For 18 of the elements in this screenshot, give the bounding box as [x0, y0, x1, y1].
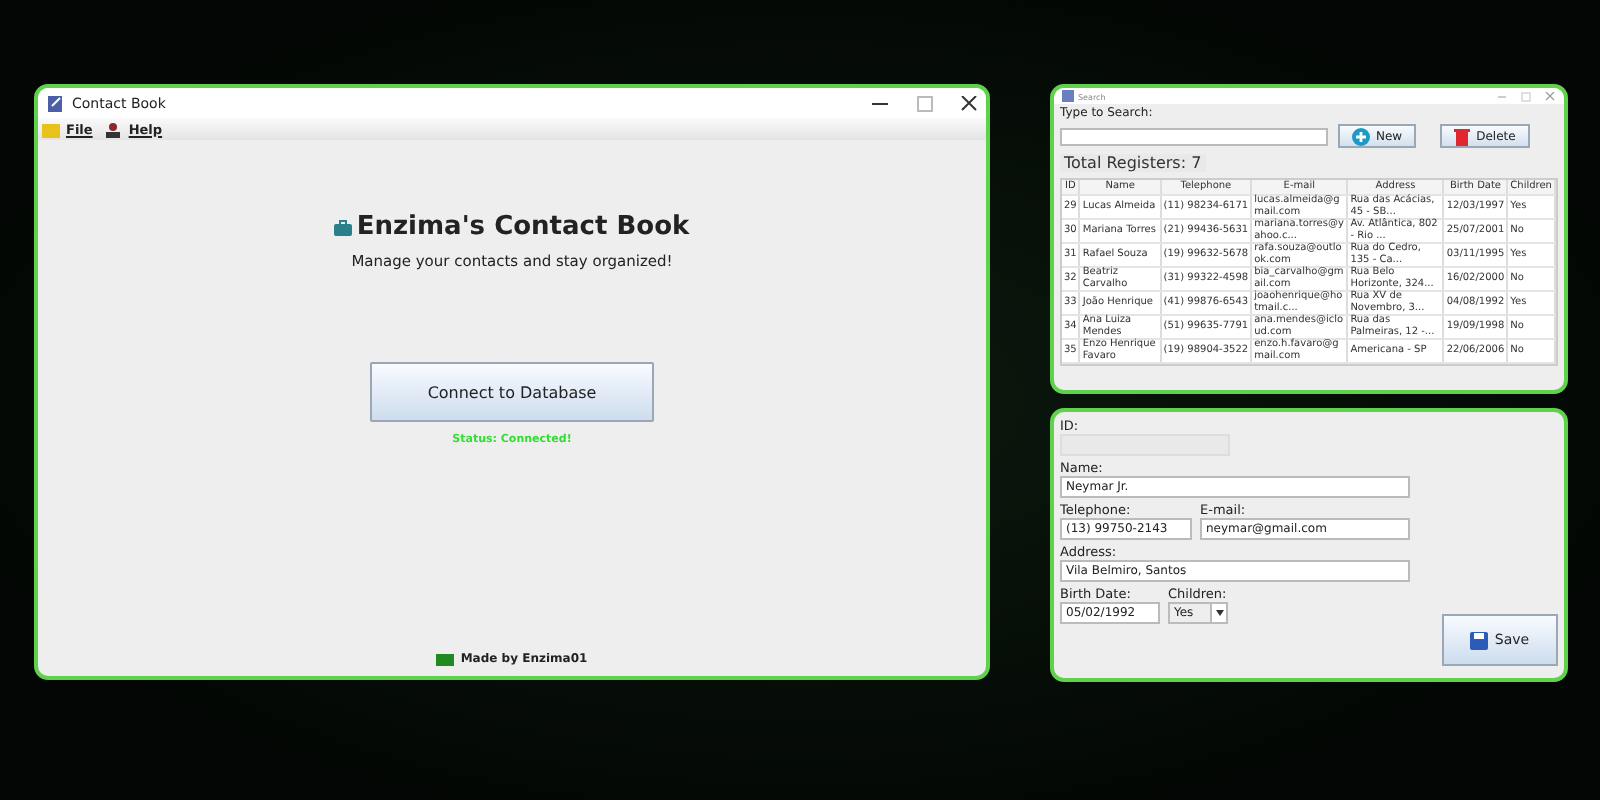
app-heading: Enzima's Contact Book	[356, 212, 690, 242]
minimize-icon	[1496, 91, 1508, 101]
close-icon	[1544, 91, 1556, 101]
plus-circle-icon	[1352, 127, 1370, 145]
trash-icon	[1454, 127, 1471, 145]
maximize-icon	[914, 95, 934, 111]
close-icon	[958, 95, 978, 111]
search-field[interactable]	[1060, 127, 1328, 145]
briefcase-icon	[334, 219, 353, 235]
id-card-icon	[436, 653, 455, 665]
dropdown-arrow-icon[interactable]	[1210, 604, 1226, 622]
person-icon	[104, 121, 123, 137]
app-icon	[1062, 90, 1074, 102]
notebook-icon	[46, 94, 64, 112]
folder-icon	[42, 121, 60, 137]
record-count: Total Registers: 7	[1060, 154, 1206, 172]
maximize-icon	[1520, 91, 1532, 101]
connect-button[interactable]: Connect to Database	[370, 362, 654, 422]
